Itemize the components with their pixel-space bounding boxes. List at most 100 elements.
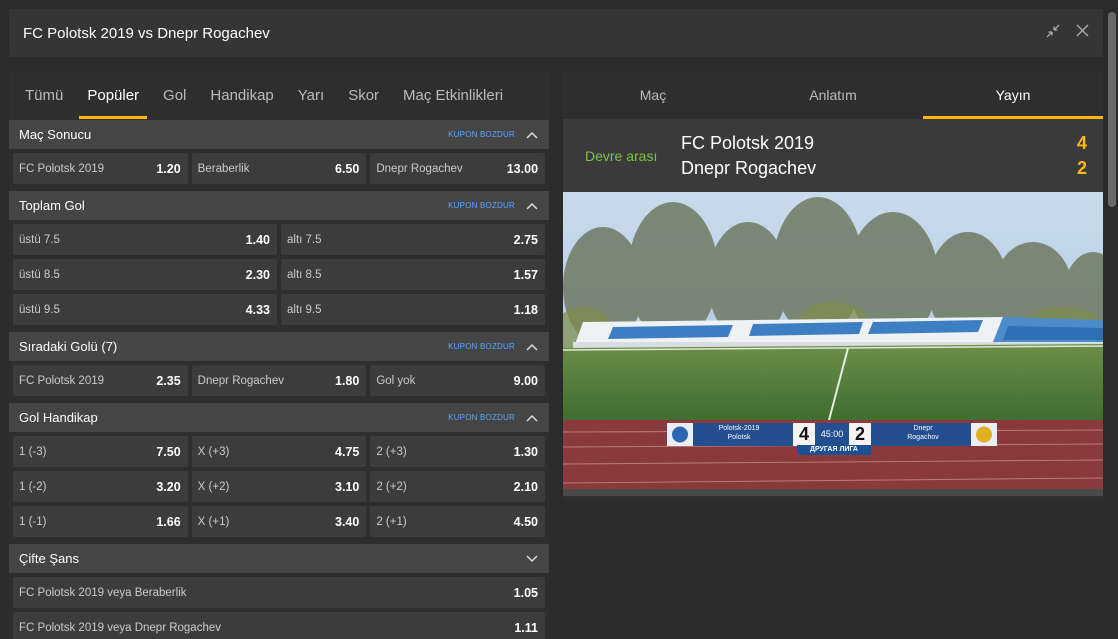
odds-button[interactable]: 2 (+1) 4.50 xyxy=(370,506,546,537)
tab-gol[interactable]: Gol xyxy=(155,71,194,119)
odds-button[interactable]: Beraberlik 6.50 xyxy=(191,153,367,184)
odds-button[interactable]: FC Polotsk 2019 2.35 xyxy=(13,365,188,396)
page-scrollbar[interactable] xyxy=(1108,12,1116,207)
close-icon[interactable] xyxy=(1076,24,1089,42)
odds-value: 1.05 xyxy=(513,585,538,600)
kupon-bozdur-link[interactable]: KUPON BOZDUR xyxy=(448,201,515,210)
odds-value: 1.30 xyxy=(513,444,539,459)
live-stream-video[interactable]: Polotsk-2019 Polotsk 4 45:00 2 Dnepr Rog… xyxy=(563,192,1103,496)
odds-button[interactable]: 1 (-3) 7.50 xyxy=(13,436,188,467)
odds-button[interactable]: Dnepr Rogachev 1.80 xyxy=(191,365,367,396)
odds-value: 1.66 xyxy=(156,514,181,529)
odds-value: 6.50 xyxy=(335,161,360,176)
selection-label: FC Polotsk 2019 veya Beraberlik xyxy=(19,586,187,599)
kupon-bozdur-link[interactable]: KUPON BOZDUR xyxy=(448,413,515,422)
odds-value: 3.10 xyxy=(335,479,360,494)
odds-value: 3.20 xyxy=(156,479,181,494)
market-tabs: Tümü Popüler Gol Handikap Yarı Skor Maç … xyxy=(9,71,549,119)
odds-button[interactable]: X (+2) 3.10 xyxy=(191,471,367,502)
odds-value: 1.57 xyxy=(513,267,538,282)
selection-label: altı 7.5 xyxy=(287,233,322,246)
selection-label: FC Polotsk 2019 xyxy=(19,374,105,387)
home-score: 4 xyxy=(1076,132,1087,153)
event-header: FC Polotsk 2019 vs Dnepr Rogachev xyxy=(9,9,1103,57)
odds-button[interactable]: üstü 9.5 4.33 xyxy=(13,294,277,325)
odds-button[interactable]: FC Polotsk 2019 veya Dnepr Rogachev 1.11 xyxy=(13,612,545,639)
selection-label: X (+3) xyxy=(197,445,230,458)
selection-label: Dnepr Rogachev xyxy=(376,162,463,175)
odds-button[interactable]: altı 7.5 2.75 xyxy=(281,224,545,255)
section-title: Maç Sonucu xyxy=(19,127,92,142)
tab-skor[interactable]: Skor xyxy=(340,71,387,119)
odds-value: 9.00 xyxy=(513,373,539,388)
odds-button[interactable]: Dnepr Rogachev 13.00 xyxy=(370,153,546,184)
odds-button[interactable]: üstü 8.5 2.30 xyxy=(13,259,277,290)
odds-button[interactable]: X (+3) 4.75 xyxy=(191,436,367,467)
section-header-gol-handikap[interactable]: Gol Handikap KUPON BOZDUR xyxy=(9,403,549,432)
odds-button[interactable]: 2 (+3) 1.30 xyxy=(370,436,546,467)
selection-label: 1 (-3) xyxy=(19,445,47,458)
overlay-away-score: 2 xyxy=(854,424,865,444)
section-header-mac-sonucu[interactable]: Maç Sonucu KUPON BOZDUR xyxy=(9,120,549,149)
odds-value: 1.80 xyxy=(335,373,360,388)
selection-label: üstü 7.5 xyxy=(19,233,60,246)
odds-value: 4.75 xyxy=(335,444,360,459)
tab-handikap[interactable]: Handikap xyxy=(202,71,281,119)
odds-value: 2.30 xyxy=(245,267,270,282)
selection-label: X (+1) xyxy=(197,515,230,528)
kupon-bozdur-link[interactable]: KUPON BOZDUR xyxy=(448,130,515,139)
chevron-up-icon[interactable] xyxy=(525,128,539,142)
selection-label: üstü 9.5 xyxy=(19,303,60,316)
tab-mac[interactable]: Maç xyxy=(563,71,743,119)
odds-button[interactable]: 1 (-2) 3.20 xyxy=(13,471,188,502)
selection-label: 2 (+1) xyxy=(376,515,407,528)
selection-label: 2 (+2) xyxy=(376,480,407,493)
event-title: FC Polotsk 2019 vs Dnepr Rogachev xyxy=(23,24,270,42)
selection-label: FC Polotsk 2019 veya Dnepr Rogachev xyxy=(19,621,221,634)
odds-button[interactable]: 2 (+2) 2.10 xyxy=(370,471,546,502)
tab-tumu[interactable]: Tümü xyxy=(17,71,71,119)
odds-button[interactable]: FC Polotsk 2019 1.20 xyxy=(13,153,188,184)
team-scores: 4 2 xyxy=(1077,131,1087,181)
selection-label: 2 (+3) xyxy=(376,445,407,458)
kupon-bozdur-link[interactable]: KUPON BOZDUR xyxy=(448,342,515,351)
tab-anlatim[interactable]: Anlatım xyxy=(743,71,923,119)
away-score: 2 xyxy=(1076,157,1087,178)
selection-label: altı 9.5 xyxy=(287,303,322,316)
odds-button[interactable]: üstü 7.5 1.40 xyxy=(13,224,277,255)
markets-panel: Tümü Popüler Gol Handikap Yarı Skor Maç … xyxy=(9,71,549,639)
chevron-up-icon[interactable] xyxy=(525,199,539,213)
tab-yari[interactable]: Yarı xyxy=(290,71,332,119)
selection-label: üstü 8.5 xyxy=(19,268,60,281)
tab-yayin[interactable]: Yayın xyxy=(923,71,1103,119)
selection-label: Beraberlik xyxy=(197,162,250,175)
chevron-down-icon[interactable] xyxy=(525,552,539,566)
section-header-toplam-gol[interactable]: Toplam Gol KUPON BOZDUR xyxy=(9,191,549,220)
odds-button[interactable]: Gol yok 9.00 xyxy=(370,365,546,396)
chevron-up-icon[interactable] xyxy=(525,340,539,354)
collapse-arrows-icon[interactable] xyxy=(1046,24,1060,43)
tab-populer[interactable]: Popüler xyxy=(79,71,147,119)
odds-value: 4.33 xyxy=(245,302,270,317)
chevron-up-icon[interactable] xyxy=(525,411,539,425)
match-panel: Maç Anlatım Yayın Devre arası FC Polotsk… xyxy=(563,71,1103,501)
scoreboard: Devre arası FC Polotsk 2019 Dnepr Rogach… xyxy=(563,119,1103,192)
odds-button[interactable]: altı 9.5 1.18 xyxy=(281,294,545,325)
section-header-cifte-sans[interactable]: Çifte Şans xyxy=(9,544,549,573)
team-names: FC Polotsk 2019 Dnepr Rogachev xyxy=(681,131,1077,181)
selection-label: Gol yok xyxy=(376,374,416,387)
section-title: Toplam Gol xyxy=(19,198,85,213)
overlay-match-time: 45:00 xyxy=(820,429,844,439)
overlay-home-name: Polotsk-2019 xyxy=(718,425,760,432)
overlay-away-city: Rogachov xyxy=(907,434,939,441)
section-header-siradaki-gol[interactable]: Sıradaki Golü (7) KUPON BOZDUR xyxy=(9,332,549,361)
odds-value: 7.50 xyxy=(156,444,181,459)
odds-button[interactable]: X (+1) 3.40 xyxy=(191,506,367,537)
odds-value: 13.00 xyxy=(506,161,539,176)
odds-button[interactable]: FC Polotsk 2019 veya Beraberlik 1.05 xyxy=(13,577,545,608)
odds-button[interactable]: altı 8.5 1.57 xyxy=(281,259,545,290)
tab-mac-etkinlikleri[interactable]: Maç Etkinlikleri xyxy=(395,71,511,119)
overlay-home-city: Polotsk xyxy=(727,434,751,441)
odds-button[interactable]: 1 (-1) 1.66 xyxy=(13,506,188,537)
odds-value: 1.20 xyxy=(156,161,181,176)
